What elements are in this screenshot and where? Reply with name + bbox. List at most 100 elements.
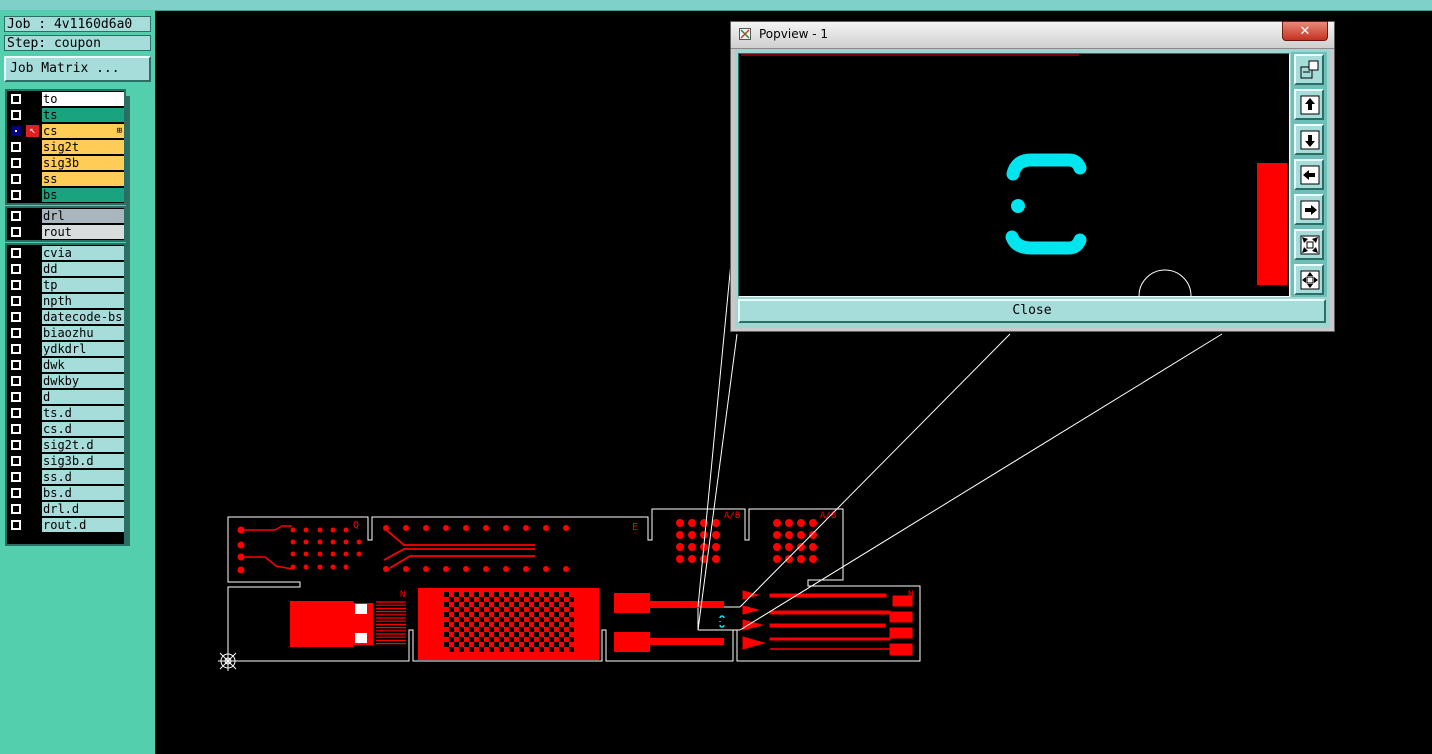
layer-name[interactable]: dwk (42, 358, 124, 372)
layer-name[interactable]: cs ⊞ (42, 124, 124, 138)
layer-row-to[interactable]: to (7, 91, 124, 107)
via (483, 525, 489, 531)
zoom-window-button[interactable] (1294, 54, 1324, 85)
pan-up-button[interactable] (1294, 89, 1324, 120)
layer-name[interactable]: bs.d (42, 486, 124, 500)
layer-checkbox[interactable] (11, 227, 21, 237)
layer-name[interactable]: sig3b (42, 156, 124, 170)
layer-row-dd[interactable]: dd (7, 261, 124, 277)
layer-name[interactable]: to (42, 92, 124, 106)
layer-row-sig3b[interactable]: sig3b (7, 155, 124, 171)
layer-row-ss-d[interactable]: ss.d (7, 469, 124, 485)
layer-name[interactable]: rout (42, 225, 124, 239)
layer-name[interactable]: ss.d (42, 470, 124, 484)
layer-name[interactable]: tp (42, 278, 124, 292)
job-matrix-button[interactable]: Job Matrix ... (4, 56, 151, 82)
layer-row-rout-d[interactable]: rout.d (7, 517, 124, 533)
layer-row-bs[interactable]: bs (7, 187, 124, 203)
layer-row-cvia[interactable]: cvia (7, 245, 124, 261)
layer-name[interactable]: ts (42, 108, 124, 122)
layer-name[interactable]: biaozhu (42, 326, 124, 340)
layer-name[interactable]: cs.d (42, 422, 124, 436)
checker-cell (569, 627, 574, 632)
layer-row-dwk[interactable]: dwk (7, 357, 124, 373)
layer-checkbox[interactable] (11, 520, 21, 530)
layer-row-bs-d[interactable]: bs.d (7, 485, 124, 501)
layer-row-d[interactable]: d (7, 389, 124, 405)
layer-row-sig2t-d[interactable]: sig2t.d (7, 437, 124, 453)
layer-checkbox[interactable] (11, 504, 21, 514)
layer-name[interactable]: bs (42, 188, 124, 202)
layer-name[interactable]: rout.d (42, 518, 124, 532)
layer-row-cs-d[interactable]: cs.d (7, 421, 124, 437)
layer-checkbox[interactable] (11, 312, 21, 322)
layer-name[interactable]: npth (42, 294, 124, 308)
layer-checkbox[interactable] (11, 248, 21, 258)
layer-row-biaozhu[interactable]: biaozhu (7, 325, 124, 341)
layer-checkbox[interactable] (11, 328, 21, 338)
zoom-out-button[interactable] (1294, 229, 1324, 260)
checker-cell (449, 597, 454, 602)
zoom-fit-button[interactable] (1294, 264, 1324, 295)
layer-name[interactable]: ss (42, 172, 124, 186)
layer-name[interactable]: ydkdrl (42, 342, 124, 356)
layer-checkbox[interactable] (11, 190, 21, 200)
layer-checkbox[interactable] (11, 392, 21, 402)
layer-name[interactable]: sig3b.d (42, 454, 124, 468)
layer-name[interactable]: dwkby (42, 374, 124, 388)
popview-titlebar[interactable]: Popview - 1 ✕ (731, 21, 1334, 49)
layer-row-ts-d[interactable]: ts.d (7, 405, 124, 421)
layer-row-datecode-bs[interactable]: datecode-bs (7, 309, 124, 325)
layer-checkbox[interactable] (11, 296, 21, 306)
pan-down-button[interactable] (1294, 124, 1324, 155)
layer-name[interactable]: datecode-bs (42, 310, 124, 324)
layer-row-rout[interactable]: rout (7, 224, 124, 240)
layer-checkbox[interactable] (11, 211, 21, 221)
layer-checkbox[interactable] (11, 376, 21, 386)
layer-checkbox[interactable] (11, 424, 21, 434)
layer-checkbox[interactable] (11, 488, 21, 498)
layer-row-dwkby[interactable]: dwkby (7, 373, 124, 389)
layer-row-npth[interactable]: npth (7, 293, 124, 309)
layer-checkbox[interactable] (11, 126, 21, 136)
layer-row-ts[interactable]: ts (7, 107, 124, 123)
checker-cell (479, 637, 484, 642)
layer-name[interactable]: sig2t (42, 140, 124, 154)
layer-checkbox[interactable] (11, 280, 21, 290)
popview-canvas[interactable] (738, 53, 1290, 297)
layer-list-scrollbar[interactable] (126, 96, 130, 546)
layer-checkbox[interactable] (11, 110, 21, 120)
layer-checkbox[interactable] (11, 360, 21, 370)
layer-name[interactable]: sig2t.d (42, 438, 124, 452)
layer-row-sig3b-d[interactable]: sig3b.d (7, 453, 124, 469)
layer-checkbox[interactable] (11, 408, 21, 418)
layer-row-tp[interactable]: tp (7, 277, 124, 293)
layer-checkbox[interactable] (11, 264, 21, 274)
layer-name[interactable]: cvia (42, 246, 124, 260)
pan-right-button[interactable] (1294, 194, 1324, 225)
layer-row-ss[interactable]: ss (7, 171, 124, 187)
layer-row-sig2t[interactable]: sig2t (7, 139, 124, 155)
layer-checkbox[interactable] (11, 174, 21, 184)
pan-left-button[interactable] (1294, 159, 1324, 190)
layer-name[interactable]: drl.d (42, 502, 124, 516)
window-close-button[interactable]: ✕ (1282, 21, 1328, 41)
layer-row-ydkdrl[interactable]: ydkdrl (7, 341, 124, 357)
layer-row-drl-d[interactable]: drl.d (7, 501, 124, 517)
layer-checkbox[interactable] (11, 440, 21, 450)
layer-checkbox[interactable] (11, 472, 21, 482)
layer-checkbox[interactable] (11, 158, 21, 168)
layer-name[interactable]: ts.d (42, 406, 124, 420)
via (785, 519, 793, 527)
layer-name[interactable]: d (42, 390, 124, 404)
layer-checkbox[interactable] (11, 456, 21, 466)
layer-row-drl[interactable]: drl (7, 208, 124, 224)
pad-cutout (355, 604, 367, 614)
layer-checkbox[interactable] (11, 94, 21, 104)
layer-checkbox[interactable] (11, 344, 21, 354)
layer-name[interactable]: drl (42, 209, 124, 223)
layer-row-cs[interactable]: ↖ cs ⊞ (7, 123, 124, 139)
layer-name[interactable]: dd (42, 262, 124, 276)
layer-checkbox[interactable] (11, 142, 21, 152)
popview-close-button[interactable]: Close (738, 299, 1326, 323)
